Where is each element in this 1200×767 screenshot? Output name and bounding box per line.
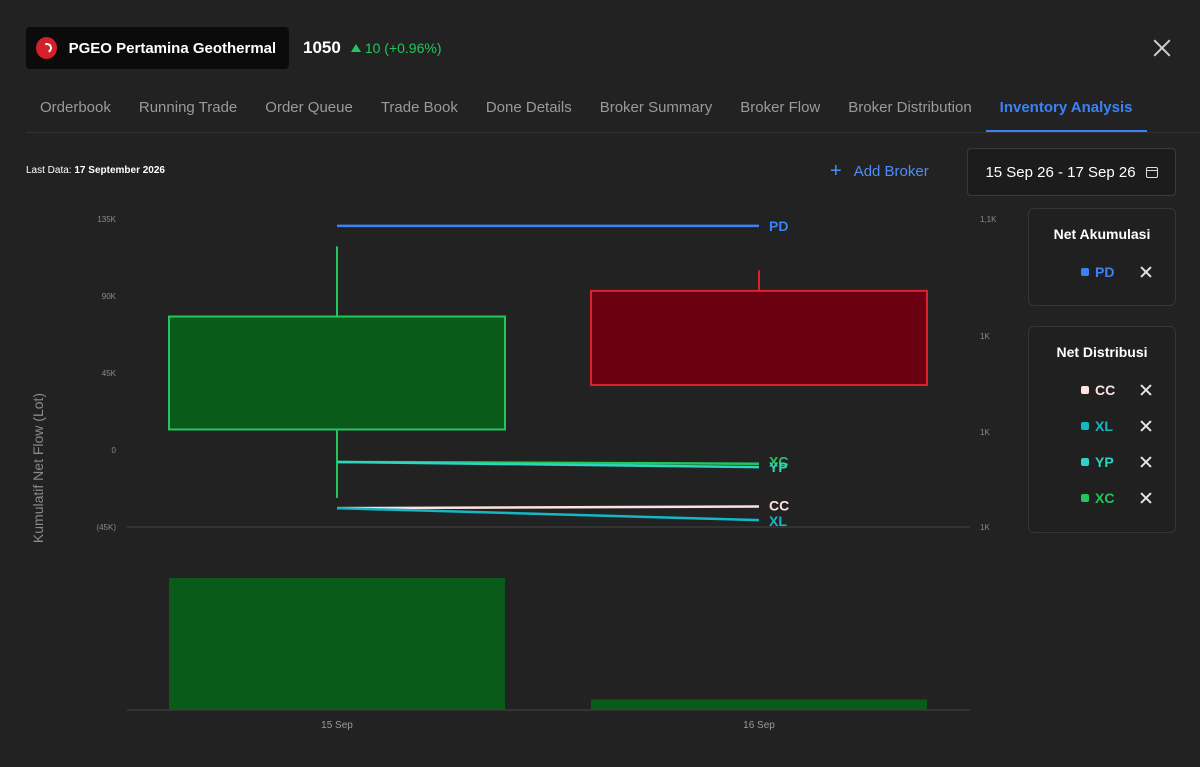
tab-done-details[interactable]: Done Details [472, 88, 586, 130]
net-distribusi-panel: Net Distribusi CC XL YP XC [1028, 326, 1176, 533]
stock-header: PGEO Pertamina Geothermal... 1050 10 (+0… [26, 27, 442, 69]
last-data: Last Data: 17 September 2026 [26, 165, 165, 176]
y2-tick-label: 1,1K [980, 215, 997, 224]
y-tick-label: 90K [102, 292, 117, 301]
calendar-icon [1145, 166, 1158, 178]
broker-line-label: YP [769, 459, 788, 475]
legend-swatch [1081, 386, 1089, 394]
x-tick-label: 16 Sep [743, 720, 775, 731]
candle-body [590, 289, 928, 386]
net-akumulasi-panel: Net Akumulasi PD [1028, 208, 1176, 306]
tab-broker-flow[interactable]: Broker Flow [726, 88, 834, 130]
last-data-value: 17 September 2026 [74, 165, 165, 176]
legend-item-yp: YP [1029, 444, 1175, 480]
remove-pd-icon[interactable] [1139, 265, 1153, 279]
legend-label: XC [1095, 490, 1115, 506]
tab-order-queue[interactable]: Order Queue [251, 88, 367, 130]
legend-label: PD [1095, 264, 1115, 280]
add-broker-label: Add Broker [853, 162, 929, 180]
broker-line-label: CC [769, 497, 789, 513]
tab-orderbook[interactable]: Orderbook [26, 88, 125, 130]
ticker-chip[interactable]: PGEO Pertamina Geothermal... [26, 27, 289, 69]
candle-body [168, 315, 506, 431]
tab-inventory-analysis[interactable]: Inventory Analysis [985, 88, 1147, 132]
remove-xc-icon[interactable] [1139, 491, 1153, 505]
last-price: 1050 [303, 38, 341, 57]
pertamina-logo-icon [36, 37, 57, 59]
legend-item-xl: XL [1029, 408, 1175, 444]
legend-item-cc: CC [1029, 372, 1175, 408]
price-change-value: 10 (+0.96%) [364, 40, 442, 56]
legend-swatch [1081, 422, 1089, 430]
volume-bar [591, 699, 927, 710]
remove-cc-icon[interactable] [1139, 383, 1153, 397]
legend-swatch [1081, 458, 1089, 466]
volume-bar [169, 578, 505, 710]
net-distribusi-title: Net Distribusi [1056, 344, 1148, 360]
y2-tick-label: 1K [980, 523, 990, 532]
net-akumulasi-title: Net Akumulasi [1053, 226, 1151, 242]
y-tick-label: 45K [102, 369, 117, 378]
y-axis-title: Kumulatif Net Flow (Lot) [30, 393, 46, 543]
last-data-label: Last Data: [26, 165, 72, 176]
legend-swatch [1081, 268, 1089, 276]
y-tick-label: (45K) [96, 523, 116, 532]
triangle-up-icon [350, 44, 361, 52]
y2-tick-label: 1K [980, 332, 990, 341]
date-range-picker[interactable]: 15 Sep 26 - 17 Sep 26 [967, 148, 1176, 196]
broker-line-cc [336, 505, 760, 510]
close-icon[interactable] [1150, 36, 1174, 60]
remove-yp-icon[interactable] [1139, 455, 1153, 469]
legend-label: YP [1095, 454, 1114, 470]
legend-item-pd: PD [1029, 254, 1175, 290]
broker-line-xl [336, 506, 760, 522]
price-change: 10 (+0.96%) [350, 40, 442, 56]
y2-tick-label: 1K [980, 428, 990, 437]
tab-running-trade[interactable]: Running Trade [125, 88, 251, 130]
broker-line-label: XL [769, 513, 787, 529]
y-tick-label: 135K [97, 215, 116, 224]
add-broker-button[interactable]: + Add Broker [830, 160, 929, 182]
plus-icon: + [830, 160, 842, 182]
inventory-analysis-modal: PGEO Pertamina Geothermal... 1050 10 (+0… [0, 0, 1200, 767]
tab-trade-book[interactable]: Trade Book [367, 88, 472, 130]
tab-broker-distribution[interactable]: Broker Distribution [834, 88, 985, 130]
legend-label: CC [1095, 382, 1116, 398]
tab-broker-summary[interactable]: Broker Summary [586, 88, 727, 130]
legend-item-xc: XC [1029, 480, 1175, 516]
ticker-name: PGEO Pertamina Geothermal... [68, 39, 275, 57]
date-range-value: 15 Sep 26 - 17 Sep 26 [985, 163, 1136, 181]
inventory-chart: 135K 90K 45K 0 (45K) 1,1K 1K 1K 1K Kumulatif Net … [30, 215, 997, 731]
remove-xl-icon[interactable] [1139, 419, 1153, 433]
legend-label: XL [1095, 418, 1113, 434]
broker-line-label: PD [769, 218, 788, 234]
y-tick-label: 0 [112, 446, 117, 455]
legend-swatch [1081, 494, 1089, 502]
tab-bar: Orderbook Running Trade Order Queue Trad… [26, 88, 1200, 133]
x-tick-label: 15 Sep [321, 720, 353, 731]
